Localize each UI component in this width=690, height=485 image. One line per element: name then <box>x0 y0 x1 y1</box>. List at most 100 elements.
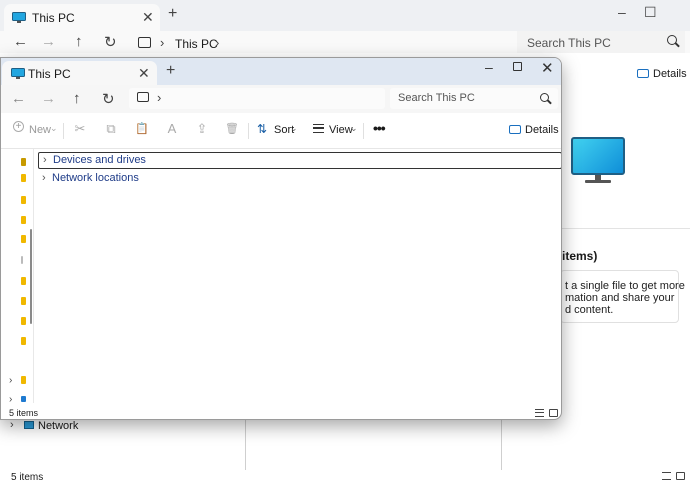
folder-icon[interactable] <box>21 158 26 166</box>
details-view-icon[interactable] <box>662 472 671 480</box>
new-tab-button[interactable]: + <box>166 62 175 80</box>
up-arrow-icon[interactable]: ↑ <box>73 90 81 107</box>
more-options-button[interactable]: ••• <box>373 120 386 136</box>
forward-arrow-icon[interactable]: → <box>41 33 56 50</box>
command-bar: + New ⌄ ✂ ⧉ 📋 A ⇪ 🗑 ⇅ Sort ⌄ View ⌄ ••• … <box>1 113 561 149</box>
chevron-down-icon: ⌄ <box>290 123 298 133</box>
minimize-button[interactable]: – <box>618 4 626 20</box>
maximize-button[interactable]: ☐ <box>644 4 657 21</box>
details-items-heading: items) <box>562 249 598 263</box>
content-area: › › › Devices and drives › Network locat… <box>1 149 561 405</box>
minimize-button[interactable]: – <box>485 59 493 75</box>
back-arrow-icon[interactable]: ← <box>11 90 26 107</box>
folder-icon[interactable] <box>21 337 26 345</box>
folder-icon[interactable] <box>21 235 26 243</box>
folder-icon[interactable] <box>21 317 26 325</box>
pc-mini-icon <box>138 37 151 48</box>
tiles-view-icon[interactable] <box>549 409 558 417</box>
chevron-right-icon[interactable]: › <box>157 90 161 105</box>
this-pc-icon <box>11 68 25 79</box>
pane-splitter[interactable] <box>501 420 502 470</box>
details-view-icon[interactable] <box>535 409 544 417</box>
navigation-bar: ← → ↑ ↻ › Search This PC <box>1 85 561 113</box>
background-address-bar[interactable]: › This PC › <box>130 34 506 54</box>
paste-icon[interactable]: 📋 <box>135 122 149 136</box>
this-pc-icon <box>12 12 26 23</box>
chevron-right-icon[interactable]: › <box>215 35 219 50</box>
details-label: Details <box>653 68 687 80</box>
share-icon[interactable]: ⇪ <box>195 122 209 136</box>
refresh-icon[interactable]: ↻ <box>102 90 115 108</box>
folder-icon[interactable] <box>21 277 26 285</box>
details-info-line: d content. <box>565 304 614 316</box>
search-icon <box>540 93 549 102</box>
close-window-button[interactable]: ✕ <box>541 59 554 77</box>
status-item-count: 5 items <box>11 472 44 483</box>
title-bar: This PC ✕ + – ✕ <box>1 58 561 85</box>
drive-icon[interactable] <box>21 396 26 402</box>
plus-icon: + <box>13 121 24 132</box>
details-pane-icon <box>509 125 521 134</box>
item-icon[interactable] <box>21 256 23 264</box>
background-title-bar: This PC ✕ + – ☐ <box>0 0 690 31</box>
group-header-devices-and-drives[interactable]: › Devices and drives <box>38 152 561 169</box>
rename-icon[interactable]: A <box>165 122 179 136</box>
search-placeholder: Search This PC <box>398 92 475 104</box>
chevron-right-icon: › <box>160 35 165 50</box>
status-item-count: 5 items <box>9 408 39 418</box>
address-bar[interactable]: › <box>129 88 385 109</box>
sort-icon: ⇅ <box>257 122 268 136</box>
this-pc-large-icon <box>571 137 625 185</box>
close-tab-icon[interactable]: ✕ <box>142 9 154 26</box>
nav-item-network-label: Network <box>38 420 79 432</box>
foreground-file-explorer-window: This PC ✕ + – ✕ ← → ↑ ↻ › Search This PC… <box>0 57 562 420</box>
back-arrow-icon[interactable]: ← <box>13 33 28 50</box>
details-info-box: t a single file to get more mation and s… <box>560 270 685 323</box>
expand-chevron-icon[interactable]: › <box>43 154 47 166</box>
pane-splitter[interactable] <box>245 420 246 470</box>
expand-chevron-icon[interactable]: › <box>10 419 14 431</box>
search-placeholder: Search This PC <box>527 36 611 50</box>
folder-icon[interactable] <box>21 174 26 182</box>
folder-icon[interactable] <box>21 216 26 224</box>
details-label: Details <box>525 124 559 136</box>
copy-icon[interactable]: ⧉ <box>104 122 118 136</box>
refresh-icon[interactable]: ↻ <box>104 33 117 51</box>
details-info-line: t a single file to get more <box>565 280 685 292</box>
delete-icon[interactable]: 🗑 <box>225 122 239 136</box>
pc-mini-icon <box>137 92 149 102</box>
new-tab-button[interactable]: + <box>168 5 177 23</box>
up-arrow-icon[interactable]: ↑ <box>75 33 83 50</box>
folder-icon[interactable] <box>21 297 26 305</box>
details-divider <box>555 228 690 229</box>
background-tab-title: This PC <box>32 11 75 25</box>
close-tab-icon[interactable]: ✕ <box>138 65 150 82</box>
group-header-network-locations[interactable]: › Network locations <box>38 171 561 188</box>
folder-icon[interactable] <box>21 376 26 384</box>
search-box[interactable]: Search This PC <box>390 88 558 109</box>
background-search-box[interactable]: Search This PC <box>517 31 685 53</box>
details-pane-icon <box>637 69 649 78</box>
status-bar: 5 items <box>1 403 561 419</box>
toolbar-divider <box>63 123 64 139</box>
group-label: Network locations <box>52 172 139 184</box>
navigation-scrollbar[interactable] <box>30 229 32 324</box>
toolbar-divider <box>363 123 364 139</box>
expand-chevron-icon[interactable]: › <box>42 172 46 184</box>
cut-icon[interactable]: ✂ <box>73 122 87 136</box>
group-label: Devices and drives <box>53 154 146 166</box>
tiles-view-icon[interactable] <box>676 472 685 480</box>
maximize-button[interactable] <box>513 62 522 71</box>
network-icon <box>24 421 34 429</box>
navigation-pane[interactable]: › › <box>1 149 34 405</box>
tab-this-pc[interactable]: This PC ✕ <box>2 61 157 85</box>
forward-arrow-icon[interactable]: → <box>41 90 56 107</box>
breadcrumb-this-pc[interactable]: This PC <box>175 37 218 51</box>
search-icon <box>667 35 677 45</box>
background-status-bar: 5 items <box>0 468 690 485</box>
background-tab[interactable]: This PC ✕ <box>4 4 160 31</box>
chevron-down-icon: ⌄ <box>350 123 358 133</box>
expand-chevron-icon[interactable]: › <box>9 375 12 386</box>
new-label: New <box>29 124 52 136</box>
folder-icon[interactable] <box>21 196 26 204</box>
